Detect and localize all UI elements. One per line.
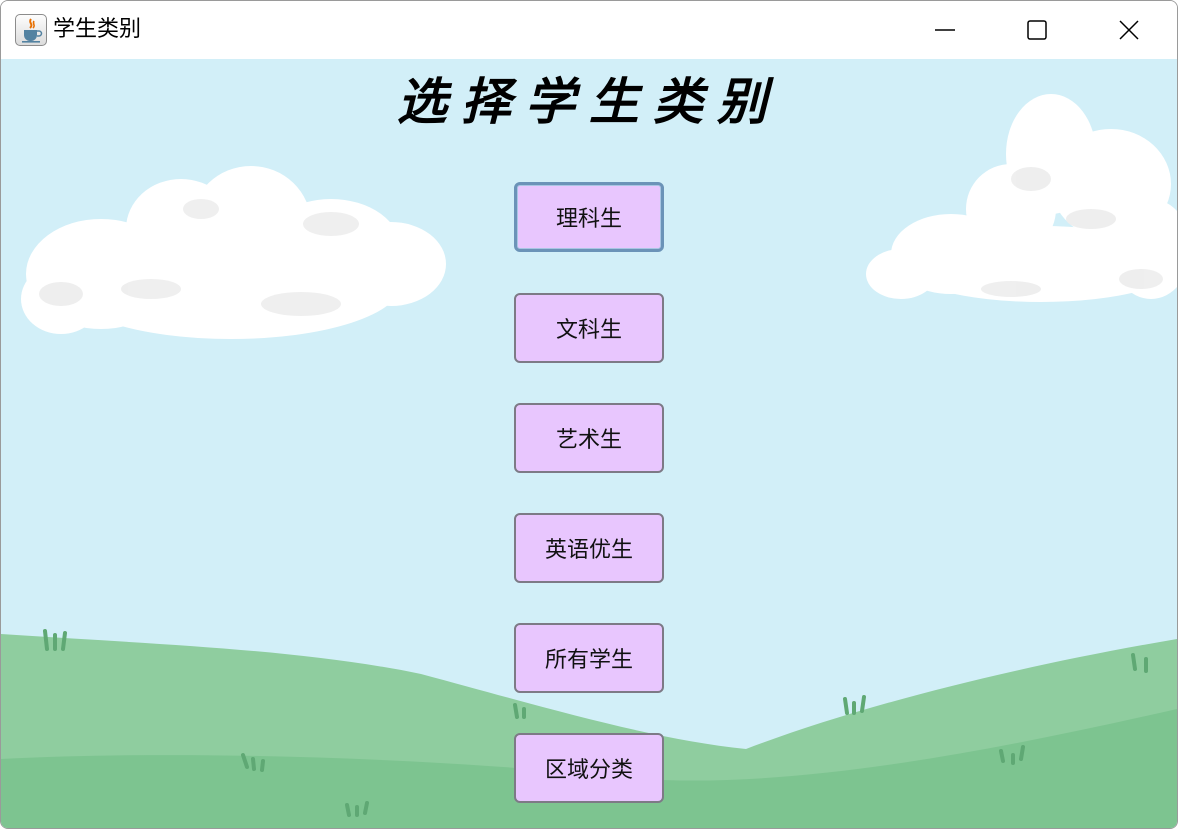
liberal-arts-student-button[interactable]: 文科生 <box>514 293 664 363</box>
all-students-button[interactable]: 所有学生 <box>514 623 664 693</box>
window-title: 学生类别 <box>53 17 142 42</box>
close-icon <box>1119 20 1139 40</box>
page-heading: 选择学生类别 <box>397 72 781 131</box>
main-panel: 选择学生类别 理科生 文科生 艺术生 英语优生 所有学生 区域分类 <box>1 59 1177 828</box>
region-classification-button[interactable]: 区域分类 <box>514 733 664 803</box>
close-button[interactable] <box>1083 1 1175 59</box>
app-window: 学生类别 选择学生类别 理科生 文科生 艺术生 英语优生 所有学生 区域分类 <box>0 0 1178 829</box>
java-cup-icon <box>15 14 47 46</box>
science-student-button[interactable]: 理科生 <box>514 182 664 252</box>
maximize-button[interactable] <box>991 1 1083 59</box>
art-student-button[interactable]: 艺术生 <box>514 403 664 473</box>
maximize-icon <box>1027 20 1047 40</box>
english-excellent-student-button[interactable]: 英语优生 <box>514 513 664 583</box>
title-bar[interactable]: 学生类别 <box>1 1 1177 59</box>
minimize-button[interactable] <box>899 1 991 59</box>
minimize-icon <box>935 29 955 31</box>
